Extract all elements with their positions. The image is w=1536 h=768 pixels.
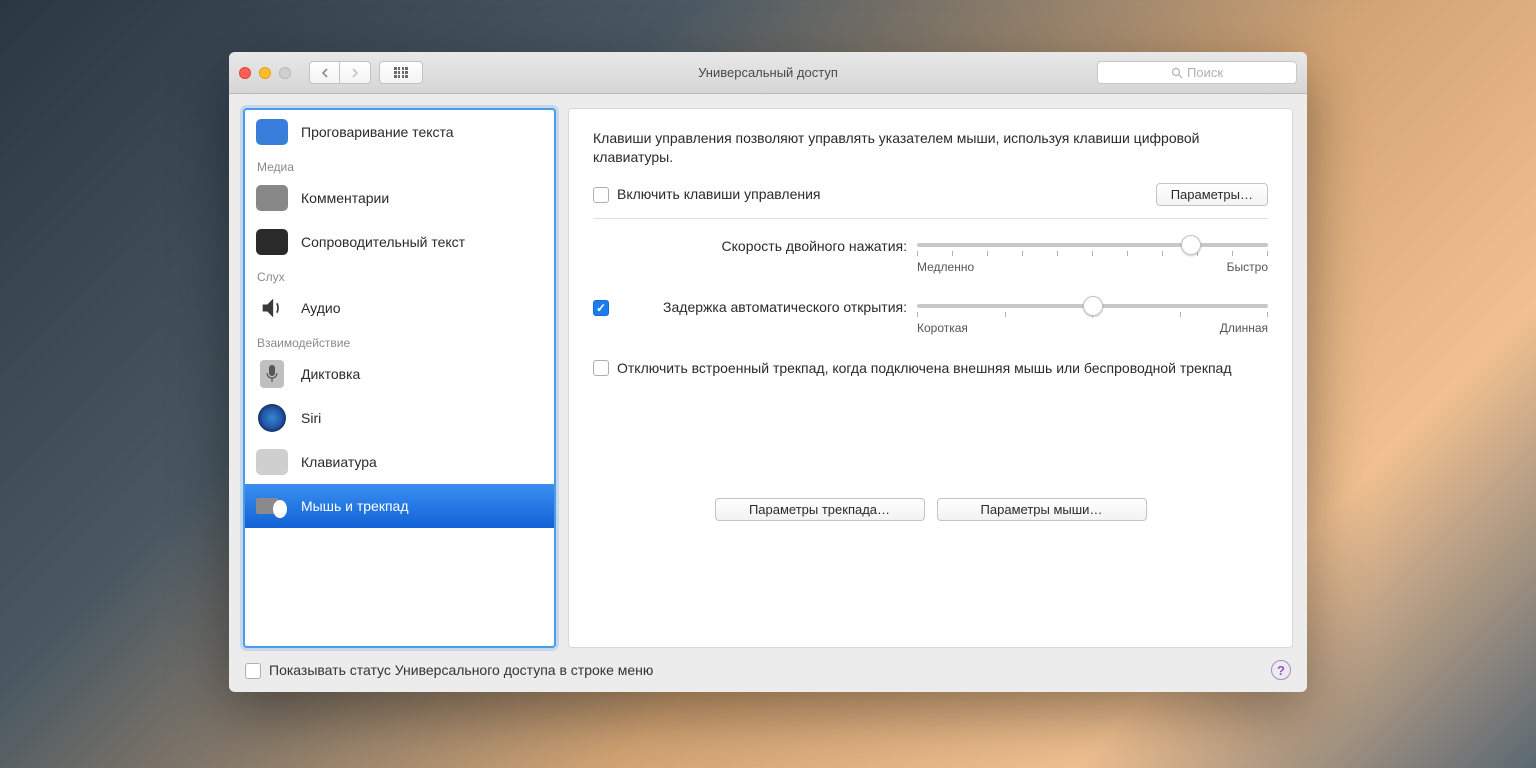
back-button[interactable] — [309, 61, 340, 84]
sidebar-item-keyboard[interactable]: Клавиатура — [245, 440, 554, 484]
enable-mouse-keys-label: Включить клавиши управления — [617, 186, 821, 202]
main-panel: Клавиши управления позволяют управлять у… — [568, 108, 1293, 648]
sidebar-item-label: Клавиатура — [301, 454, 377, 470]
sidebar-item-label: Проговаривание текста — [301, 124, 454, 140]
slider-max-label: Длинная — [1220, 321, 1268, 335]
mouse-trackpad-icon — [255, 491, 289, 521]
sidebar-item-label: Диктовка — [301, 366, 360, 382]
sidebar-item-dictation[interactable]: Диктовка — [245, 352, 554, 396]
captions-icon — [255, 227, 289, 257]
mouse-keys-options-button[interactable]: Параметры… — [1156, 183, 1268, 206]
show-status-checkbox[interactable] — [245, 663, 261, 679]
spring-delay-label: Задержка автоматического открытия: — [617, 298, 917, 315]
search-placeholder: Поиск — [1187, 65, 1223, 80]
sidebar-item-captions[interactable]: Сопроводительный текст — [245, 220, 554, 264]
double-click-speed-slider[interactable] — [917, 243, 1268, 247]
ignore-trackpad-label: Отключить встроенный трекпад, когда подк… — [617, 359, 1232, 378]
slider-max-label: Быстро — [1227, 260, 1268, 274]
sidebar-item-descriptions[interactable]: Комментарии — [245, 176, 554, 220]
traffic-lights — [239, 67, 291, 79]
dictation-icon — [255, 359, 289, 389]
speech-icon — [255, 117, 289, 147]
sidebar-group-media: Медиа — [245, 154, 554, 176]
ignore-trackpad-checkbox[interactable] — [593, 360, 609, 376]
show-status-label: Показывать статус Универсального доступа… — [269, 662, 653, 678]
descriptions-icon — [255, 183, 289, 213]
minimize-window-button[interactable] — [259, 67, 271, 79]
sidebar-item-label: Siri — [301, 410, 321, 426]
trackpad-options-button[interactable]: Параметры трекпада… — [715, 498, 925, 521]
titlebar: Универсальный доступ Поиск — [229, 52, 1307, 94]
search-input[interactable]: Поиск — [1097, 61, 1297, 84]
help-button[interactable]: ? — [1271, 660, 1291, 680]
forward-button[interactable] — [340, 61, 371, 84]
spring-delay-row: Задержка автоматического открытия: Корот… — [593, 298, 1268, 335]
spring-delay-slider[interactable] — [917, 304, 1268, 308]
sidebar-item-audio[interactable]: Аудио — [245, 286, 554, 330]
double-click-speed-label: Скорость двойного нажатия: — [617, 237, 917, 254]
preferences-window: Универсальный доступ Поиск Проговаривани… — [229, 52, 1307, 692]
keyboard-icon — [255, 447, 289, 477]
sidebar-item-siri[interactable]: Siri — [245, 396, 554, 440]
close-window-button[interactable] — [239, 67, 251, 79]
show-all-button[interactable] — [379, 61, 423, 84]
zoom-window-button — [279, 67, 291, 79]
sidebar-group-hearing: Слух — [245, 264, 554, 286]
mouse-options-button[interactable]: Параметры мыши… — [937, 498, 1147, 521]
slider-min-label: Короткая — [917, 321, 968, 335]
sidebar-item-label: Аудио — [301, 300, 341, 316]
audio-icon — [255, 293, 289, 323]
footer: Показывать статус Универсального доступа… — [229, 648, 1307, 692]
spring-delay-checkbox[interactable] — [593, 300, 609, 316]
nav-buttons — [309, 61, 371, 84]
sidebar-item-label: Мышь и трекпад — [301, 498, 409, 514]
divider — [593, 218, 1268, 219]
sidebar-group-interacting: Взаимодействие — [245, 330, 554, 352]
enable-mouse-keys-checkbox[interactable] — [593, 187, 609, 203]
double-click-speed-row: Скорость двойного нажатия: Медленно Быст… — [593, 237, 1268, 274]
siri-icon — [255, 403, 289, 433]
slider-min-label: Медленно — [917, 260, 974, 274]
mouse-keys-description: Клавиши управления позволяют управлять у… — [593, 129, 1268, 167]
content-area: Проговаривание текста Медиа Комментарии … — [229, 94, 1307, 648]
sidebar: Проговаривание текста Медиа Комментарии … — [243, 108, 556, 648]
sidebar-item-mouse-trackpad[interactable]: Мышь и трекпад — [245, 484, 554, 528]
sidebar-item-label: Комментарии — [301, 190, 389, 206]
sidebar-item-label: Сопроводительный текст — [301, 234, 465, 250]
sidebar-item-speech[interactable]: Проговаривание текста — [245, 110, 554, 154]
